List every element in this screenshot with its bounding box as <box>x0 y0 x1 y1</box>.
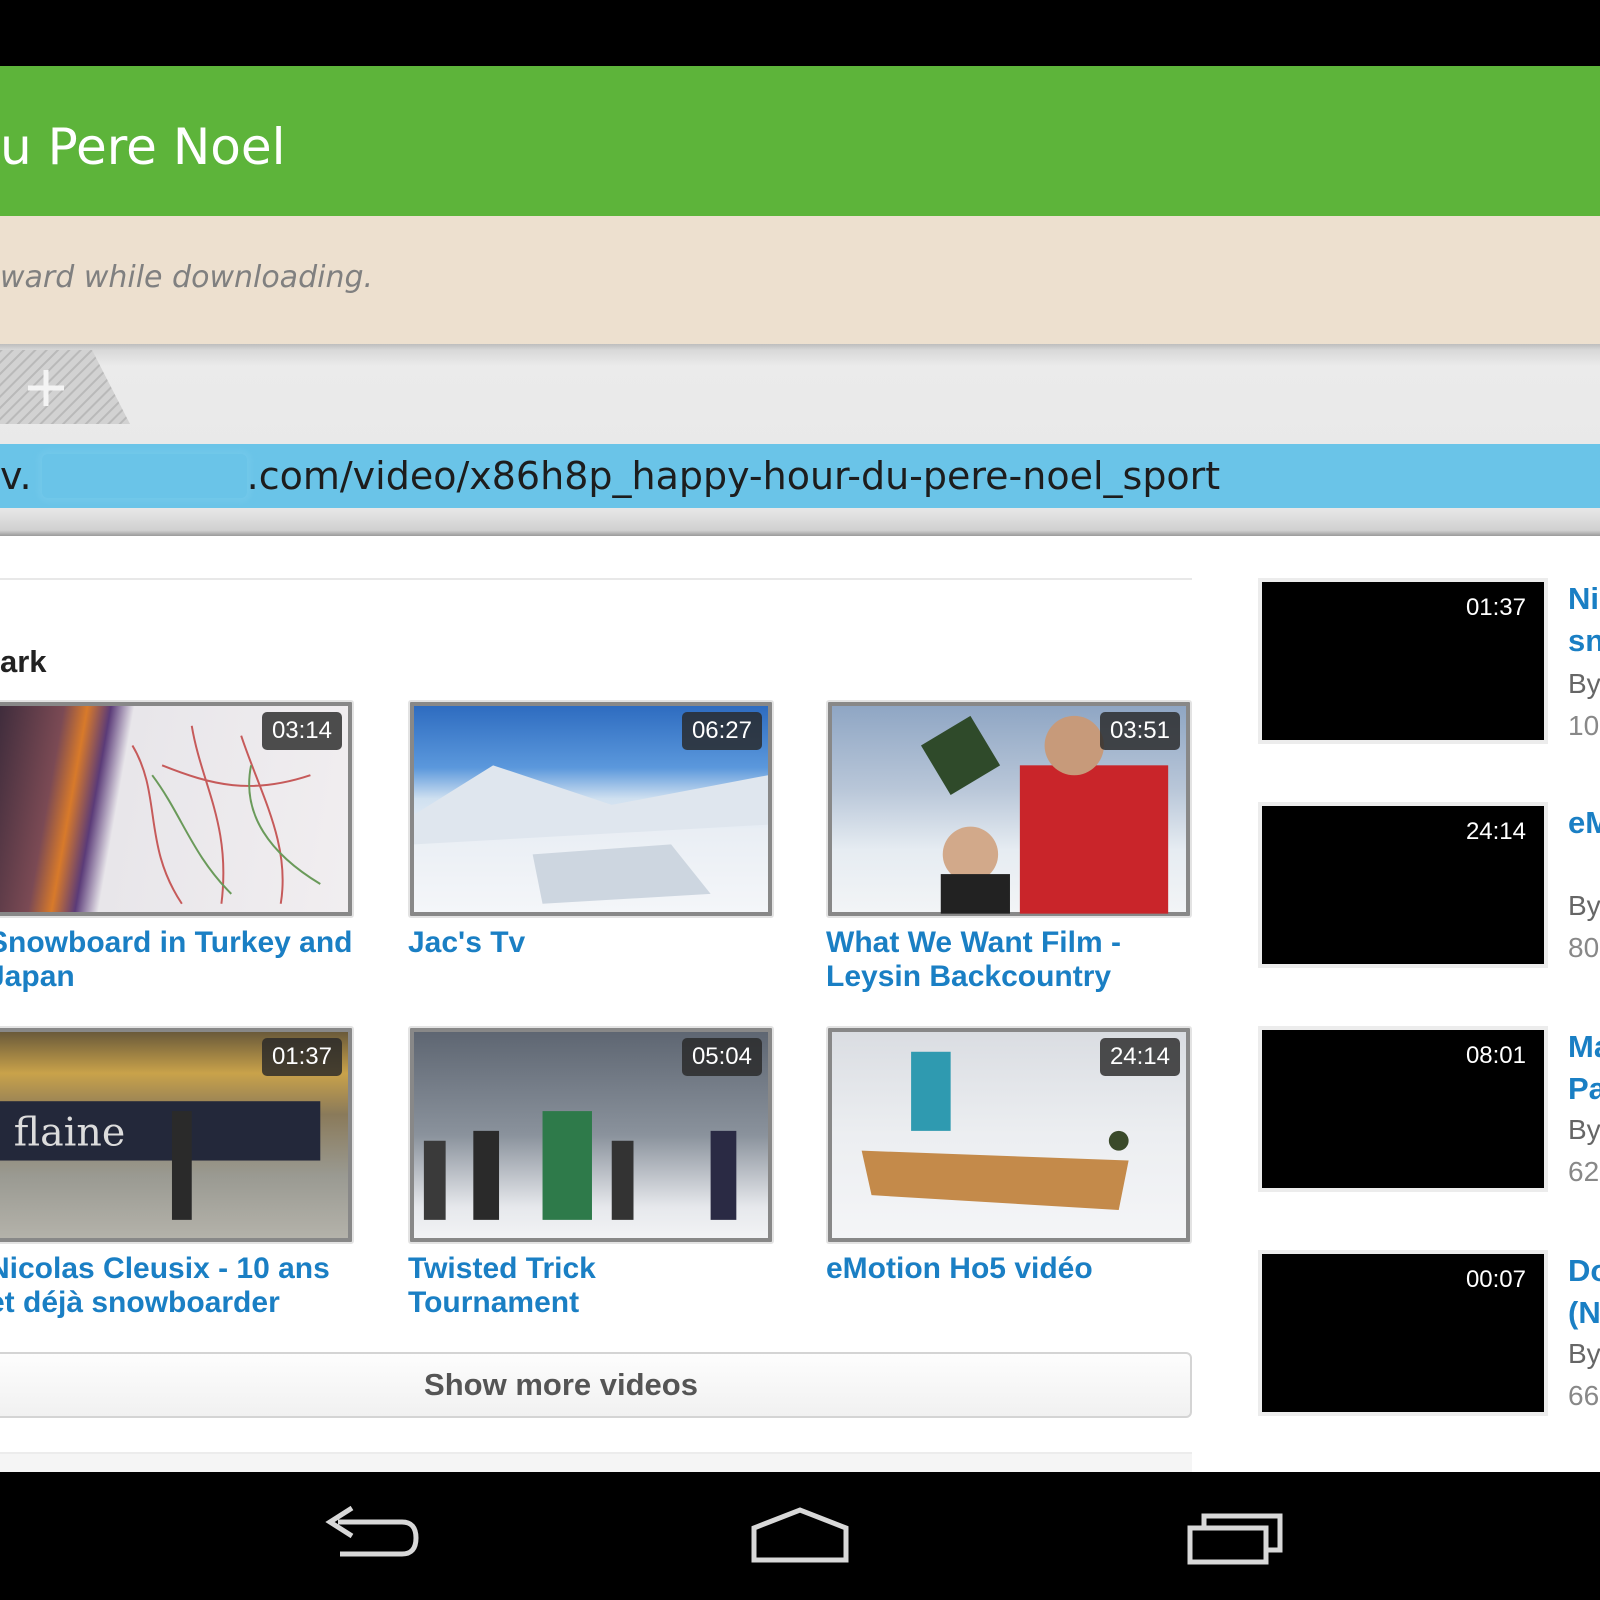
video-title-line[interactable]: Ma <box>1568 1026 1600 1068</box>
recent-apps-icon <box>1187 1513 1283 1565</box>
video-title-line[interactable]: Do <box>1568 1250 1600 1292</box>
video-duration: 01:37 <box>1465 594 1526 621</box>
video-title-line[interactable]: sn <box>1568 620 1600 662</box>
app-bar: u Pere Noel <box>0 66 1600 216</box>
url-path: .com/video/x86h8p_happy-hour-du-pere-noe… <box>246 454 1221 498</box>
video-title[interactable]: Twisted Trick Tournament <box>408 1252 774 1320</box>
url-text: v. .com/video/x86h8p_happy-hour-du-pere-… <box>0 453 1220 499</box>
video-thumbnail[interactable]: 00:07 <box>1258 1250 1548 1416</box>
video-title[interactable]: What We Want Film - Leysin Backcountry <box>826 926 1192 994</box>
video-card[interactable]: 05:04 Twisted Trick Tournament <box>408 1026 774 1320</box>
section-divider <box>0 1452 1192 1472</box>
video-author: By <box>1568 1338 1600 1369</box>
video-duration: 24:14 <box>1099 1038 1180 1076</box>
web-page: ark 03:14 Snowboard in Turkey and Japan … <box>0 536 1600 1472</box>
video-thumbnail[interactable]: 24:14 <box>1258 802 1548 968</box>
back-button[interactable] <box>310 1502 430 1572</box>
video-card[interactable]: 03:14 Snowboard in Turkey and Japan <box>0 700 354 994</box>
video-duration: 00:07 <box>1465 1266 1526 1293</box>
video-title[interactable]: Snowboard in Turkey and Japan <box>0 926 354 994</box>
divider <box>0 578 1192 580</box>
navigation-bar <box>0 1472 1600 1600</box>
home-button[interactable] <box>740 1502 860 1572</box>
video-thumbnail[interactable]: 06:27 <box>408 700 774 918</box>
download-notice: ward while downloading. <box>0 216 1600 344</box>
video-duration: 03:14 <box>261 712 342 750</box>
video-author: By <box>1568 1114 1600 1145</box>
video-views: 10 <box>1568 710 1600 741</box>
svg-text:flaine: flaine <box>14 1110 125 1156</box>
related-video[interactable]: 24:14 eM By 80 <box>1258 802 1600 972</box>
url-prefix: v. <box>0 454 32 498</box>
video-duration: 05:04 <box>681 1038 762 1076</box>
video-thumbnail[interactable]: 03:51 <box>826 700 1192 918</box>
video-card[interactable]: flaine 01:37 Nicolas Cleusix - 10 ans et… <box>0 1026 354 1320</box>
video-title-line[interactable]: eM <box>1568 802 1600 844</box>
status-bar <box>0 0 1600 66</box>
section-title: ark <box>0 644 47 679</box>
video-views: 62 <box>1568 1156 1600 1187</box>
address-bar[interactable]: v. .com/video/x86h8p_happy-hour-du-pere-… <box>0 444 1600 508</box>
related-video[interactable]: 00:07 Do (N By 66 <box>1258 1250 1600 1420</box>
video-thumbnail[interactable]: 03:14 <box>0 700 354 918</box>
video-duration: 08:01 <box>1465 1042 1526 1069</box>
toolbar-shadow <box>0 508 1600 536</box>
video-thumbnail[interactable]: flaine 01:37 <box>0 1026 354 1244</box>
video-thumbnail[interactable]: 01:37 <box>1258 578 1548 744</box>
video-duration: 06:27 <box>681 712 762 750</box>
video-author: By <box>1568 668 1600 699</box>
tab-strip <box>0 344 1600 444</box>
page-title: u Pere Noel <box>0 118 286 176</box>
show-more-videos-button[interactable]: Show more videos <box>0 1352 1192 1418</box>
video-title-line[interactable]: (N <box>1568 1292 1600 1334</box>
video-card[interactable]: 06:27 Jac's Tv <box>408 700 774 960</box>
plus-icon <box>0 350 130 424</box>
video-thumbnail[interactable]: 24:14 <box>826 1026 1192 1244</box>
video-title-line[interactable]: Pa <box>1568 1068 1600 1110</box>
video-card[interactable]: 03:51 What We Want Film - Leysin Backcou… <box>826 700 1192 994</box>
video-views: 66 <box>1568 1380 1600 1411</box>
video-duration: 24:14 <box>1465 818 1526 845</box>
recent-apps-button[interactable] <box>1180 1502 1300 1572</box>
new-tab-button[interactable] <box>0 350 130 428</box>
home-icon <box>751 1507 849 1563</box>
notice-text: ward while downloading. <box>0 260 374 295</box>
related-video[interactable]: 08:01 Ma Pa By 62 <box>1258 1026 1600 1196</box>
video-views: 80 <box>1568 932 1600 963</box>
url-redacted-domain <box>41 454 247 498</box>
video-title-line[interactable]: Ni <box>1568 578 1600 620</box>
video-title[interactable]: Nicolas Cleusix - 10 ans et déjà snowboa… <box>0 1252 354 1320</box>
video-thumbnail[interactable]: 08:01 <box>1258 1026 1548 1192</box>
video-title[interactable]: Jac's Tv <box>408 926 774 960</box>
video-duration: 01:37 <box>261 1038 342 1076</box>
video-author: By <box>1568 890 1600 921</box>
video-title[interactable]: eMotion Ho5 vidéo <box>826 1252 1192 1286</box>
video-thumbnail[interactable]: 05:04 <box>408 1026 774 1244</box>
back-icon <box>325 1505 419 1557</box>
video-card[interactable]: 24:14 eMotion Ho5 vidéo <box>826 1026 1192 1286</box>
video-duration: 03:51 <box>1099 712 1180 750</box>
related-video[interactable]: 01:37 Ni sn By 10 <box>1258 578 1600 748</box>
